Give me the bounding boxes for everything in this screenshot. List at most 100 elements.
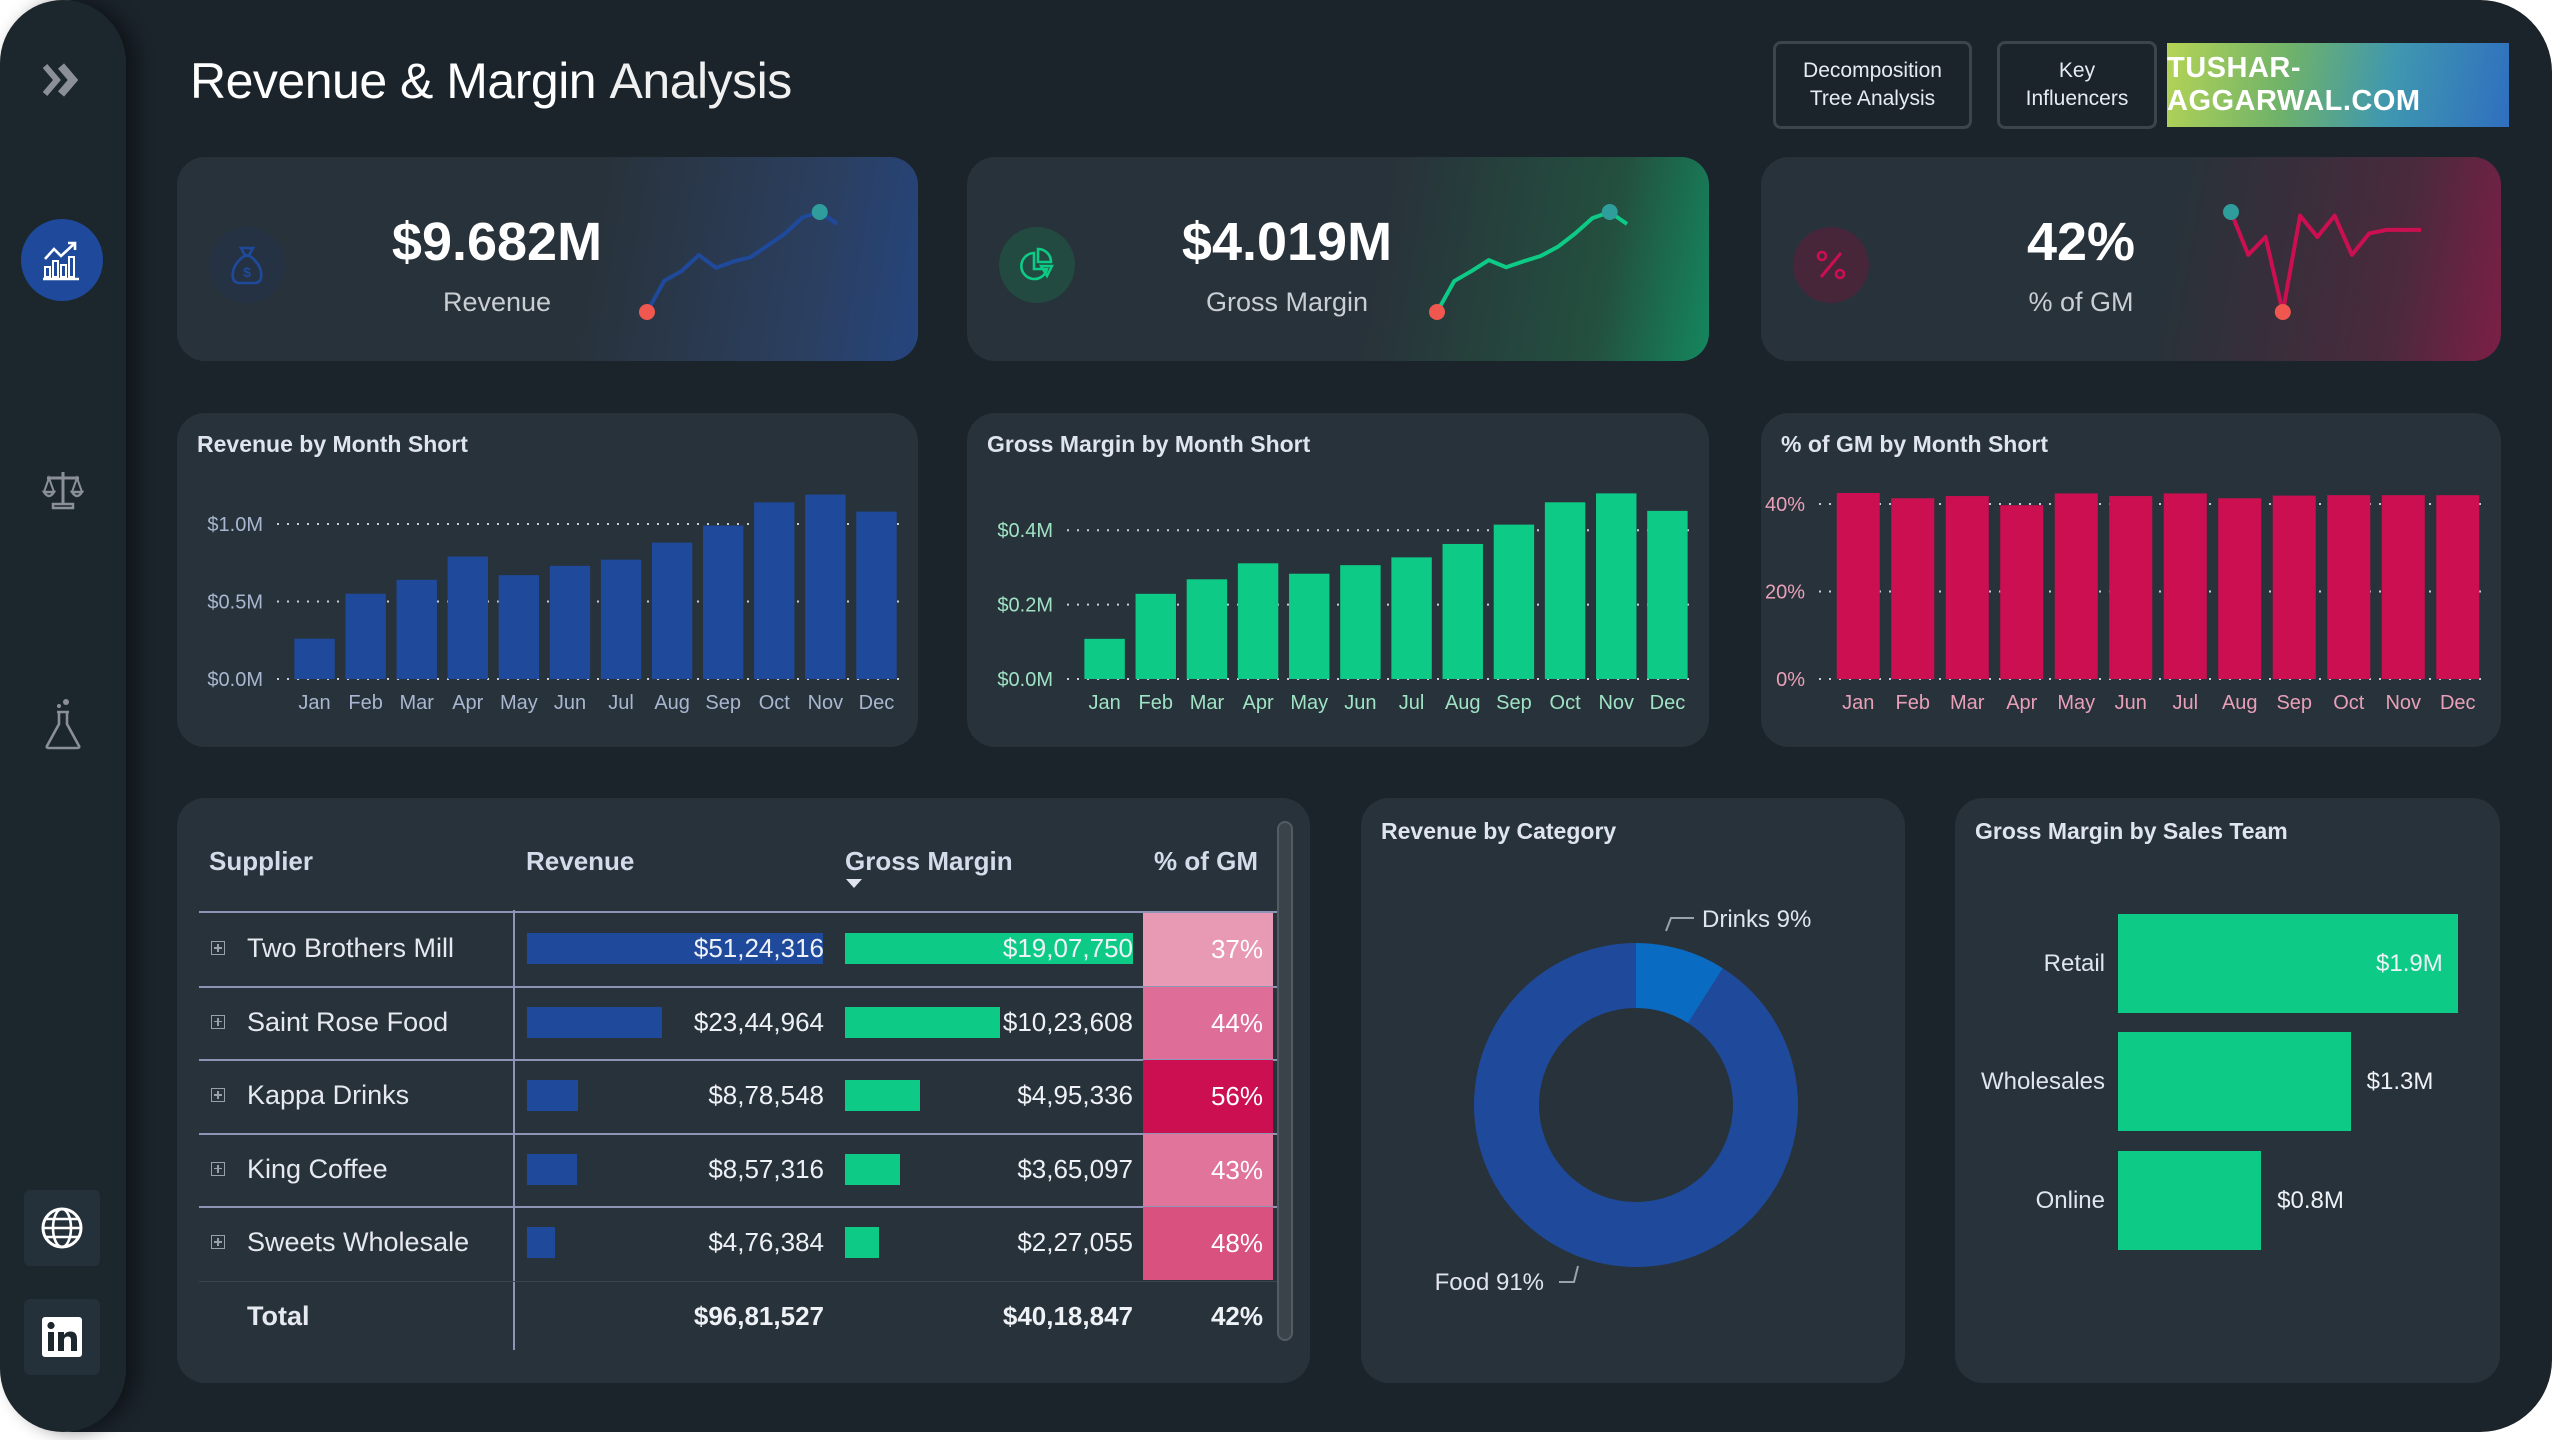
x-tick-label: Aug <box>2222 692 2258 714</box>
x-tick-label: Mar <box>399 692 434 714</box>
team-bar-wholesales[interactable] <box>2118 1032 2351 1131</box>
bar-apr[interactable] <box>447 556 488 679</box>
bar-jun[interactable] <box>549 565 591 679</box>
bar-may[interactable] <box>498 575 540 679</box>
expand-row-icon[interactable] <box>211 1088 225 1102</box>
bar-may[interactable] <box>1289 573 1330 679</box>
bar-jul[interactable] <box>2163 493 2207 679</box>
table-scrollbar[interactable] <box>1277 821 1293 1341</box>
linkedin-icon <box>42 1317 82 1357</box>
team-value-label: $1.3M <box>2366 1068 2434 1095</box>
x-tick-label: Oct <box>759 692 791 714</box>
chart-plot: $0.0M $0.2M $0.4M Jan Feb Mar Apr May Jun Jul Aug S… <box>997 493 1693 714</box>
bar-feb[interactable] <box>1135 593 1176 679</box>
bar-oct[interactable] <box>1544 502 1586 679</box>
bar-sep[interactable] <box>2272 495 2316 679</box>
bar-mar[interactable] <box>396 579 437 679</box>
column-header-revenue[interactable]: Revenue <box>526 846 634 877</box>
bar-nov[interactable] <box>2381 495 2425 679</box>
bar-nov[interactable] <box>1596 493 1637 679</box>
pie-chart-icon <box>1020 247 1054 281</box>
bar-mar[interactable] <box>1945 496 1989 679</box>
gross-margin-value: $10,23,608 <box>1002 1006 1133 1037</box>
x-tick-label: Nov <box>1598 692 1634 714</box>
bar-oct[interactable] <box>754 502 795 679</box>
revenue-value: $23,44,964 <box>693 1006 824 1037</box>
bar-jan[interactable] <box>1836 493 1880 679</box>
y-tick-label: $0.2M <box>997 595 1053 617</box>
x-tick-label: Dec <box>1650 692 1686 714</box>
x-tick-label: Nov <box>2385 692 2421 714</box>
supplier-name: Two Brothers Mill <box>247 933 455 963</box>
bar-dec[interactable] <box>2436 495 2480 679</box>
bar-mar[interactable] <box>1186 579 1228 679</box>
table-row[interactable]: Saint Rose Food $23,44,964 $10,23,608 44% <box>177 986 1277 1061</box>
linkedin-link-button[interactable] <box>24 1299 100 1375</box>
bar-feb[interactable] <box>1891 498 1935 679</box>
nav-comparison[interactable] <box>0 460 126 520</box>
percent-icon <box>1816 250 1846 280</box>
expand-row-icon[interactable] <box>211 1014 225 1029</box>
donut-slice-food[interactable] <box>1474 943 1798 1267</box>
x-tick-label: Dec <box>2440 692 2476 714</box>
bar-oct[interactable] <box>2327 495 2371 679</box>
bar-apr[interactable] <box>1237 563 1279 679</box>
decomposition-tree-label-1: Decomposition <box>1803 59 1942 82</box>
column-header-gross-margin[interactable]: Gross Margin <box>845 846 1013 877</box>
nav-experiments[interactable] <box>0 690 126 760</box>
bar-jan[interactable] <box>1084 638 1125 679</box>
bar-aug[interactable] <box>1442 543 1483 679</box>
bar-dec[interactable] <box>1647 510 1688 679</box>
table-row[interactable]: Kappa Drinks $8,78,548 $4,95,336 56% <box>177 1060 1277 1134</box>
bar-jun[interactable] <box>1340 565 1381 679</box>
gross-margin-value: $2,27,055 <box>1017 1227 1133 1257</box>
table-row[interactable]: Sweets Wholesale $4,76,384 $2,27,055 48% <box>177 1207 1277 1281</box>
brand-link[interactable]: TUSHAR-AGGARWAL.COM <box>2167 43 2509 127</box>
kpi-value: $9.682M <box>391 212 603 272</box>
column-header-supplier[interactable]: Supplier <box>209 846 313 877</box>
expand-row-icon[interactable] <box>211 1161 225 1176</box>
team-bar-online[interactable] <box>2118 1151 2262 1250</box>
bar-feb[interactable] <box>345 593 386 679</box>
bar-jan[interactable] <box>294 638 335 679</box>
sparkline-min-marker <box>1429 304 1445 320</box>
x-tick-label: Sep <box>705 692 741 714</box>
x-tick-label: Dec <box>859 692 895 714</box>
bar-sep[interactable] <box>703 525 744 679</box>
x-tick-label: Jun <box>2115 692 2147 714</box>
bar-jul[interactable] <box>1391 557 1432 679</box>
revenue-value: $8,57,316 <box>708 1153 824 1184</box>
pct-gm-cell: 48% <box>1143 1207 1273 1280</box>
x-tick-label: May <box>2057 692 2095 714</box>
bar-nov[interactable] <box>805 494 846 679</box>
expand-row-icon[interactable] <box>211 941 225 955</box>
kpi-value: $4.019M <box>1181 212 1393 272</box>
website-link-button[interactable] <box>24 1190 100 1266</box>
y-tick-label: 40% <box>1765 494 1805 516</box>
x-tick-label: May <box>1290 692 1328 714</box>
pct-gm-by-month-chart: % of GM by Month Short 0% 20% 40% Jan Feb Mar… <box>1761 413 2501 747</box>
table-row[interactable]: Two Brothers Mill $51,24,316 $19,07,750 37% <box>177 913 1277 987</box>
bar-aug[interactable] <box>651 542 693 679</box>
sort-descending-icon[interactable] <box>846 879 862 889</box>
bar-dec[interactable] <box>856 511 897 679</box>
gross-margin-value: $4,95,336 <box>1017 1080 1133 1110</box>
bar-sep[interactable] <box>1493 524 1535 679</box>
expand-sidebar-button[interactable] <box>0 50 126 110</box>
y-tick-label: $0.0M <box>207 669 263 691</box>
bar-jun[interactable] <box>2109 496 2153 679</box>
nav-revenue-analysis[interactable] <box>21 219 103 301</box>
table-row[interactable]: King Coffee $8,57,316 $3,65,097 43% <box>177 1133 1277 1208</box>
key-influencers-label-2: Influencers <box>2025 87 2129 110</box>
bar-aug[interactable] <box>2218 498 2262 679</box>
x-tick-label: Jul <box>1399 692 1425 714</box>
money-bag-icon: $ <box>231 246 263 285</box>
key-influencers-button[interactable]: Key Influencers <box>1997 41 2157 129</box>
kpi-sparkline <box>2223 204 2421 320</box>
bar-apr[interactable] <box>2000 505 2044 679</box>
expand-row-icon[interactable] <box>211 1235 225 1249</box>
bar-jul[interactable] <box>600 559 642 679</box>
decomposition-tree-button[interactable]: Decomposition Tree Analysis <box>1773 41 1972 129</box>
column-header-pct-gm[interactable]: % of GM <box>1154 846 1258 877</box>
bar-may[interactable] <box>2054 493 2098 679</box>
